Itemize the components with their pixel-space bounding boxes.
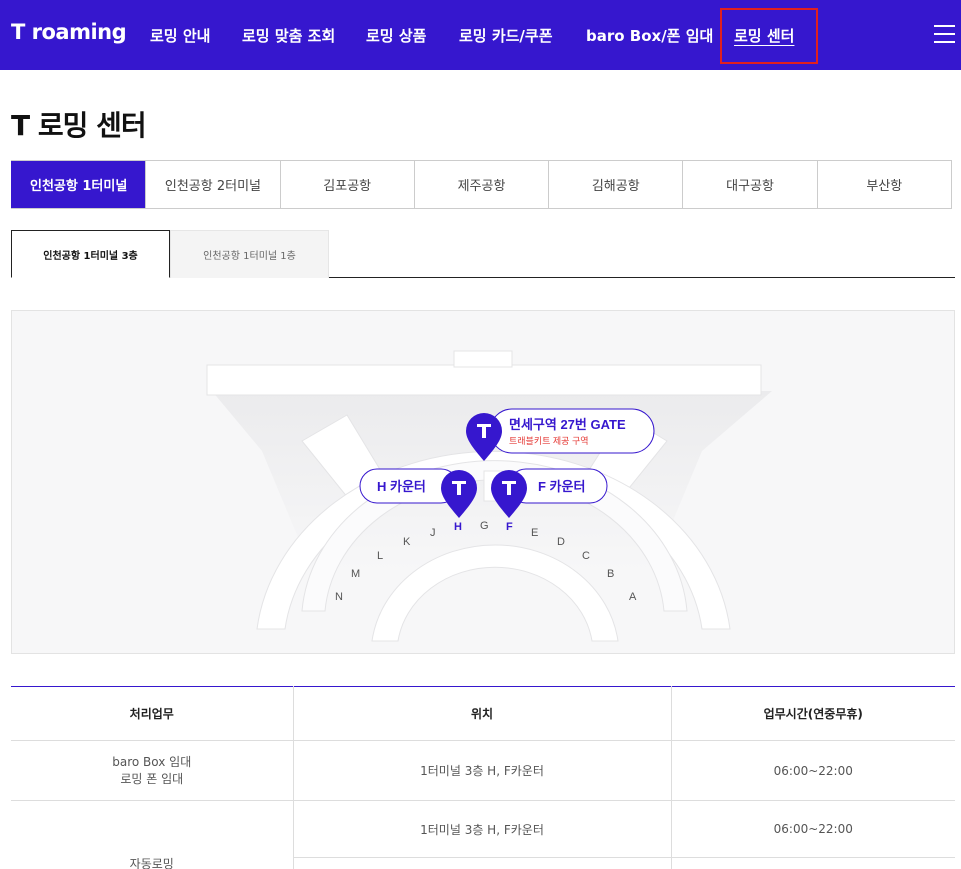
- counter-letter-h: H: [454, 521, 462, 533]
- task-roaming-phone-rental: 로밍 폰 임대: [120, 771, 184, 786]
- counter-letter-c: C: [582, 550, 590, 562]
- page-title: T 로밍 센터: [11, 109, 147, 142]
- nav-item-baro-box-rental[interactable]: baro Box/폰 임대: [586, 25, 713, 46]
- header-hours: 업무시간(연중무휴): [670, 686, 955, 741]
- hours-cell: 06:00~22:00: [670, 740, 955, 801]
- t-roaming-logo[interactable]: T roaming: [11, 20, 127, 44]
- location-cell: 1터미널 3층 H, F카운터: [292, 800, 671, 858]
- nav-item-roaming-card-coupon[interactable]: 로밍 카드/쿠폰: [459, 25, 553, 46]
- top-navigation-bar: T roaming 로밍 안내 로밍 맞춤 조회 로밍 상품 로밍 카드/쿠폰 …: [0, 0, 961, 70]
- task-cell-auto-roaming: 자동로밍: [129, 856, 174, 869]
- counter-letter-k: K: [403, 536, 411, 548]
- counter-letter-g: G: [480, 520, 489, 532]
- tab-jeju[interactable]: 제주공항: [413, 161, 548, 208]
- hours-cell: 06:00~22:00: [670, 800, 955, 858]
- header-task: 처리업무: [11, 686, 293, 741]
- tab-daegu[interactable]: 대구공항: [682, 161, 816, 208]
- f-counter-label: F 카운터: [538, 479, 585, 494]
- duty-free-callout[interactable]: 면세구역 27번 GATE 트래블키트 제공 구역: [489, 408, 655, 454]
- counter-letter-a: A: [629, 591, 637, 603]
- terminal-map: N M L K J H G F E D C B A 면세구역 27번 GATE …: [11, 310, 955, 654]
- tab-floor-3[interactable]: 인천공항 1터미널 3층: [11, 230, 170, 278]
- table-row: 자동로밍 1터미널 3층 H, F카운터 06:00~22:00: [11, 800, 955, 869]
- location-cell-empty: [292, 857, 671, 869]
- task-baro-box-rental: baro Box 임대: [112, 754, 192, 769]
- tab-gimhae[interactable]: 김해공항: [548, 161, 682, 208]
- counter-letter-b: B: [607, 568, 614, 580]
- table-header-row: 처리업무 위치 업무시간(연중무휴): [11, 686, 955, 741]
- tab-gimpo[interactable]: 김포공항: [279, 161, 414, 208]
- tab-floor-1[interactable]: 인천공항 1터미널 1층: [170, 230, 329, 278]
- duty-free-gate-label: 면세구역 27번 GATE: [509, 417, 626, 432]
- task-cell: baro Box 임대 로밍 폰 임대: [11, 740, 293, 801]
- location-cell: 1터미널 3층 H, F카운터: [292, 740, 671, 801]
- counter-letter-d: D: [557, 536, 565, 548]
- airport-tab-bar: 인천공항 1터미널 인천공항 2터미널 김포공항 제주공항 김해공항 대구공항 …: [11, 160, 952, 209]
- counter-letter-m: M: [351, 568, 360, 580]
- counter-letter-e: E: [531, 527, 538, 539]
- tab-incheon-t1[interactable]: 인천공항 1터미널: [11, 161, 146, 208]
- nav-item-roaming-search[interactable]: 로밍 맞춤 조회: [242, 25, 335, 46]
- tab-incheon-t2[interactable]: 인천공항 2터미널: [145, 161, 279, 208]
- hours-cell-empty: [670, 857, 955, 869]
- counter-letter-n: N: [335, 591, 343, 603]
- nav-item-roaming-center[interactable]: 로밍 센터: [734, 25, 794, 46]
- nav-item-roaming-guide[interactable]: 로밍 안내: [150, 25, 210, 46]
- header-location: 위치: [292, 686, 671, 741]
- counter-letter-j: J: [430, 527, 436, 539]
- table-row: baro Box 임대 로밍 폰 임대 1터미널 3층 H, F카운터 06:0…: [11, 740, 955, 801]
- nav-item-roaming-products[interactable]: 로밍 상품: [366, 25, 426, 46]
- counter-letter-l: L: [377, 550, 383, 562]
- terminal-map-drawing: N M L K J H G F E D C B A 면세구역 27번 GATE …: [206, 350, 772, 642]
- h-counter-label: H 카운터: [377, 479, 426, 494]
- service-info-table: 처리업무 위치 업무시간(연중무휴) baro Box 임대 로밍 폰 임대 1…: [11, 686, 955, 869]
- travel-kit-label: 트래블키트 제공 구역: [509, 436, 589, 446]
- counter-letter-f: F: [506, 521, 513, 533]
- hamburger-menu-icon[interactable]: [934, 25, 955, 43]
- tab-busan-port[interactable]: 부산항: [816, 161, 951, 208]
